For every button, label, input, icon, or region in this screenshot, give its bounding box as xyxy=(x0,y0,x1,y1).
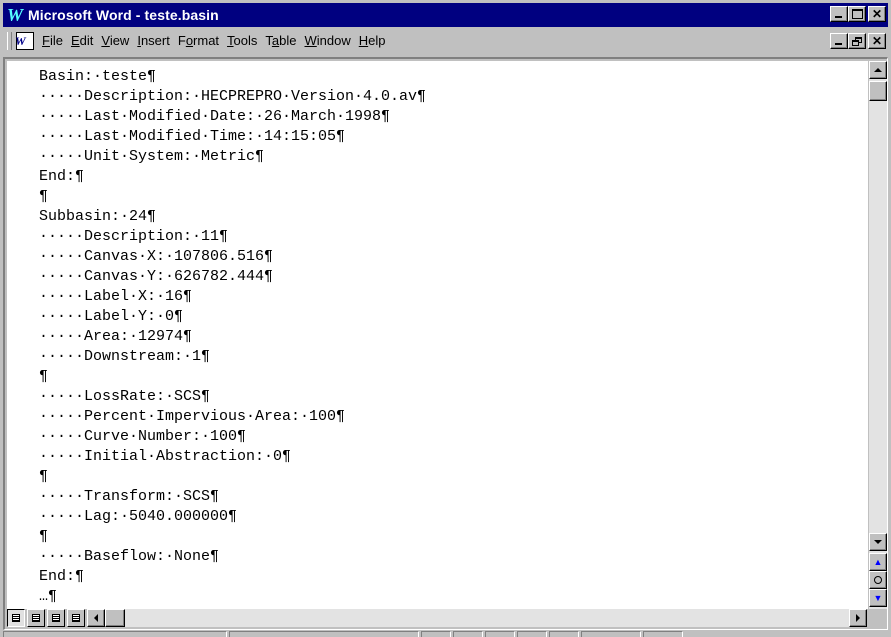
restore-icon xyxy=(852,36,862,46)
doc-minimize-button[interactable] xyxy=(830,33,848,49)
status-panel xyxy=(549,631,579,637)
document-text[interactable]: Basin:·teste¶ ·····Description:·HECPREPRO… xyxy=(39,67,426,607)
arrow-up-icon xyxy=(874,68,882,72)
menu-insert[interactable]: Insert xyxy=(133,31,174,51)
document-line[interactable]: ·····Label·Y:·0¶ xyxy=(39,307,426,327)
document-line[interactable]: End:¶ xyxy=(39,167,426,187)
arrow-down-icon xyxy=(874,540,882,544)
vertical-scrollbar[interactable]: ▲ ▼ xyxy=(869,61,887,609)
document-line[interactable]: ·····Canvas·X:·107806.516¶ xyxy=(39,247,426,267)
close-button[interactable]: ✕ xyxy=(868,6,886,22)
window-title: Microsoft Word - teste.basin xyxy=(28,7,219,23)
status-panel xyxy=(485,631,515,637)
document-line[interactable]: ¶ xyxy=(39,187,426,207)
document-line[interactable]: ¶ xyxy=(39,527,426,547)
menu-grip[interactable] xyxy=(7,32,12,50)
menu-view[interactable]: View xyxy=(97,31,133,51)
menu-table[interactable]: Table xyxy=(261,31,300,51)
menu-edit[interactable]: Edit xyxy=(67,31,97,51)
document-line[interactable]: ·····Baseflow:·None¶ xyxy=(39,547,426,567)
double-down-icon: ▼ xyxy=(873,592,883,603)
status-panel xyxy=(581,631,641,637)
status-panel xyxy=(453,631,483,637)
document-line[interactable]: ¶ xyxy=(39,367,426,387)
arrow-right-icon xyxy=(856,614,860,622)
horizontal-scroll-thumb[interactable] xyxy=(105,609,125,627)
document-line[interactable]: ·····Last·Modified·Time:·14:15:05¶ xyxy=(39,127,426,147)
menu-window[interactable]: Window xyxy=(301,31,355,51)
window-caption-buttons: ✕ xyxy=(828,6,886,22)
close-icon: ✕ xyxy=(871,7,883,21)
document-line[interactable]: End:¶ xyxy=(39,567,426,587)
status-panel xyxy=(643,631,683,637)
title-bar[interactable]: W Microsoft Word - teste.basin ✕ xyxy=(3,3,888,27)
doc-close-button[interactable]: ✕ xyxy=(868,33,886,49)
scroll-up-button[interactable] xyxy=(869,61,887,79)
document-caption-buttons: ✕ xyxy=(828,33,886,49)
vertical-scroll-thumb[interactable] xyxy=(869,81,887,101)
status-panel xyxy=(3,631,227,637)
double-up-icon: ▲ xyxy=(873,556,883,567)
document-page[interactable]: Basin:·teste¶ ·····Description:·HECPREPRO… xyxy=(7,61,868,609)
scroll-down-button[interactable] xyxy=(869,533,887,551)
status-panel xyxy=(517,631,547,637)
scroll-right-button[interactable] xyxy=(849,609,867,627)
doc-restore-button[interactable] xyxy=(848,33,866,49)
document-line[interactable]: ·····Area:·12974¶ xyxy=(39,327,426,347)
minimize-icon xyxy=(835,43,842,45)
browse-object-icon xyxy=(874,576,882,584)
menu-format[interactable]: Format xyxy=(174,31,223,51)
document-line[interactable]: ·····Last·Modified·Date:·26·March·1998¶ xyxy=(39,107,426,127)
select-browse-object-button[interactable] xyxy=(869,571,887,589)
page-layout-view-button[interactable] xyxy=(47,609,65,627)
menu-items: File Edit View Insert Format Tools Table Window… xyxy=(38,31,390,51)
horizontal-scroll-row xyxy=(7,609,887,627)
document-line[interactable]: …¶ xyxy=(39,587,426,607)
word-document-icon[interactable]: W xyxy=(15,32,34,50)
document-line[interactable]: ·····Downstream:·1¶ xyxy=(39,347,426,367)
maximize-button[interactable] xyxy=(848,6,866,22)
minimize-icon xyxy=(835,16,842,18)
previous-page-button[interactable]: ▲ xyxy=(869,553,887,571)
normal-view-button[interactable] xyxy=(7,609,25,627)
document-line[interactable]: Basin:·teste¶ xyxy=(39,67,426,87)
document-line[interactable]: ·····Percent·Impervious·Area:·100¶ xyxy=(39,407,426,427)
document-line[interactable]: ·····Description:·HECPREPRO·Version·4.0.… xyxy=(39,87,426,107)
next-page-button[interactable]: ▼ xyxy=(869,589,887,607)
word-window: W Microsoft Word - teste.basin ✕ W File E… xyxy=(0,0,891,637)
minimize-button[interactable] xyxy=(830,6,848,22)
outline-view-icon xyxy=(72,614,80,622)
online-layout-view-button[interactable] xyxy=(27,609,45,627)
page-layout-icon xyxy=(52,614,60,622)
horizontal-scrollbar[interactable] xyxy=(87,609,867,627)
status-panel xyxy=(229,631,419,637)
status-bar xyxy=(3,631,888,637)
status-panel xyxy=(421,631,451,637)
normal-view-icon xyxy=(12,614,20,622)
online-layout-icon xyxy=(32,614,40,622)
document-line[interactable]: ·····Canvas·Y:·626782.444¶ xyxy=(39,267,426,287)
menu-file[interactable]: File xyxy=(38,31,67,51)
document-line[interactable]: ·····Unit·System:·Metric¶ xyxy=(39,147,426,167)
document-line[interactable]: ·····LossRate:·SCS¶ xyxy=(39,387,426,407)
document-line[interactable]: ·····Transform:·SCS¶ xyxy=(39,487,426,507)
word-app-icon[interactable]: W xyxy=(5,5,25,25)
document-line[interactable]: ·····Initial·Abstraction:·0¶ xyxy=(39,447,426,467)
document-line[interactable]: ·····Curve·Number:·100¶ xyxy=(39,427,426,447)
close-icon: ✕ xyxy=(871,34,883,48)
document-line[interactable]: ·····Description:·11¶ xyxy=(39,227,426,247)
menu-help[interactable]: Help xyxy=(355,31,390,51)
arrow-left-icon xyxy=(94,614,98,622)
outline-view-button[interactable] xyxy=(67,609,85,627)
document-line[interactable]: ¶ xyxy=(39,467,426,487)
scroll-left-button[interactable] xyxy=(87,609,105,627)
maximize-icon xyxy=(851,9,863,19)
menu-tools[interactable]: Tools xyxy=(223,31,261,51)
document-area: Basin:·teste¶ ·····Description:·HECPREPRO… xyxy=(3,57,888,630)
menu-bar: W File Edit View Insert Format Tools Table Wind… xyxy=(3,29,888,53)
document-line[interactable]: Subbasin:·24¶ xyxy=(39,207,426,227)
document-line[interactable]: ·····Lag:·5040.000000¶ xyxy=(39,507,426,527)
document-line[interactable]: ·····Label·X:·16¶ xyxy=(39,287,426,307)
